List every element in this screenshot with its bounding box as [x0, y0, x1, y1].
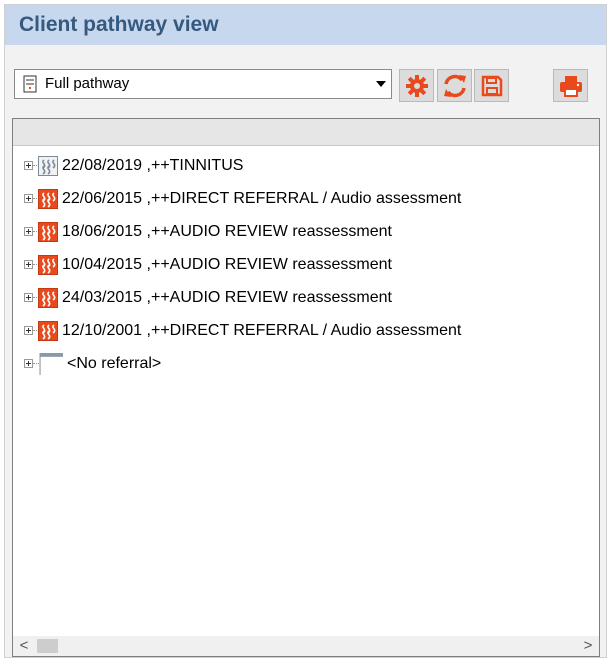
- tree-row-label: 12/10/2001 ,++DIRECT REFERRAL / Audio as…: [62, 322, 462, 339]
- referral-icon: [38, 222, 58, 242]
- expand-icon[interactable]: [24, 260, 33, 269]
- expand-icon[interactable]: [24, 227, 33, 236]
- tree-row[interactable]: 18/06/2015 ,++AUDIO REVIEW reassessment: [13, 216, 599, 249]
- referral-icon: [38, 321, 58, 341]
- tree-row-label: 24/03/2015 ,++AUDIO REVIEW reassessment: [62, 289, 392, 306]
- view-select-value: Full pathway: [45, 75, 130, 92]
- tree-row[interactable]: 10/04/2015 ,++AUDIO REVIEW reassessment: [13, 249, 599, 282]
- horizontal-scrollbar[interactable]: < >: [13, 636, 599, 656]
- expand-icon[interactable]: [24, 161, 33, 170]
- scroll-left-icon[interactable]: <: [16, 636, 32, 656]
- print-button[interactable]: [553, 69, 588, 102]
- document-icon: [23, 75, 37, 93]
- client-pathway-panel: Client pathway view Full pathway 22/08/2…: [4, 4, 607, 658]
- expand-icon[interactable]: [24, 326, 33, 335]
- tree-row[interactable]: 24/03/2015 ,++AUDIO REVIEW reassessment: [13, 282, 599, 315]
- tree-row-label: 18/06/2015 ,++AUDIO REVIEW reassessment: [62, 223, 392, 240]
- save-button[interactable]: [474, 69, 509, 102]
- scroll-thumb[interactable]: [37, 639, 58, 653]
- refresh-icon: [443, 74, 466, 97]
- pathway-tree: 22/08/2019 ,++TINNITUS 22/06/2015 ,++DIR…: [12, 118, 600, 657]
- refresh-button[interactable]: [437, 69, 472, 102]
- expand-icon[interactable]: [24, 293, 33, 302]
- tree-row[interactable]: 22/08/2019 ,++TINNITUS: [13, 150, 599, 183]
- print-icon: [559, 75, 582, 97]
- referral-icon: [38, 288, 58, 308]
- panel-title: Client pathway view: [5, 5, 606, 45]
- dropdown-arrow-icon[interactable]: [371, 70, 391, 98]
- tree-row-label: 22/06/2015 ,++DIRECT REFERRAL / Audio as…: [62, 190, 462, 207]
- referral-icon: [38, 156, 58, 176]
- tree-row[interactable]: 22/06/2015 ,++DIRECT REFERRAL / Audio as…: [13, 183, 599, 216]
- expand-icon[interactable]: [24, 359, 33, 368]
- empty-referral-icon: [39, 353, 63, 375]
- toolbar: Full pathway: [5, 45, 606, 113]
- tree-row[interactable]: <No referral>: [13, 348, 599, 381]
- tree-row[interactable]: 12/10/2001 ,++DIRECT REFERRAL / Audio as…: [13, 315, 599, 348]
- scroll-right-icon[interactable]: >: [580, 636, 596, 656]
- tree-row-label: <No referral>: [67, 355, 162, 372]
- save-icon: [481, 75, 502, 96]
- tree-header: [13, 119, 599, 146]
- tree-row-label: 10/04/2015 ,++AUDIO REVIEW reassessment: [62, 256, 392, 273]
- gear-icon: [405, 74, 428, 97]
- referral-icon: [38, 255, 58, 275]
- expand-icon[interactable]: [24, 194, 33, 203]
- tree-row-label: 22/08/2019 ,++TINNITUS: [62, 157, 244, 174]
- view-select[interactable]: Full pathway: [14, 69, 392, 99]
- settings-button[interactable]: [399, 69, 434, 102]
- referral-icon: [38, 189, 58, 209]
